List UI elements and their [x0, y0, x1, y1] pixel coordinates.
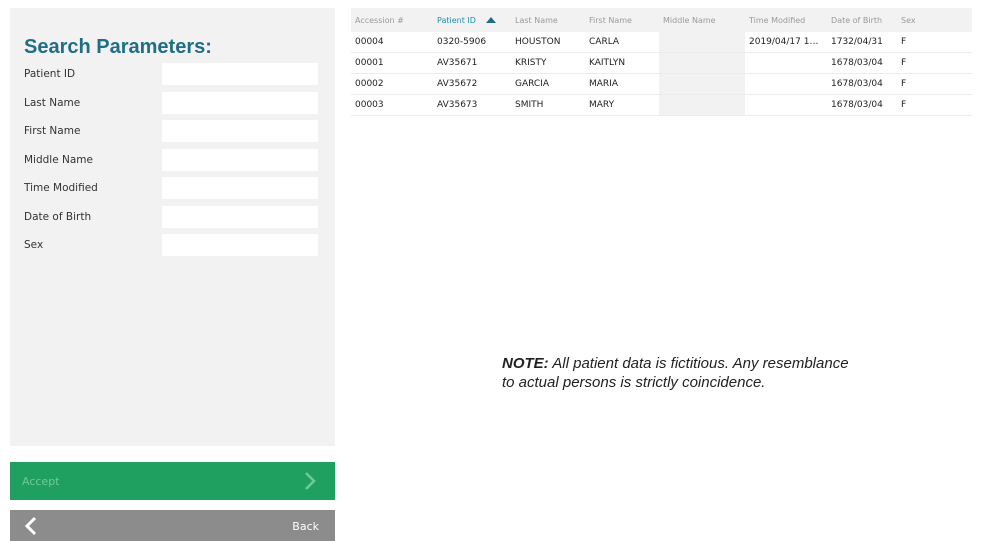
cell-sex: F	[901, 37, 907, 47]
first-name-label: First Name	[24, 125, 81, 137]
sort-ascending-icon	[485, 17, 496, 23]
param-row-patient-id: Patient ID	[24, 63, 320, 86]
note-text: All patient data is fictitious. Any rese…	[502, 355, 849, 391]
cell-last-name: KRISTY	[515, 58, 547, 68]
cell-sex: F	[901, 79, 907, 89]
cell-sex: F	[901, 100, 907, 110]
cell-patient-id: AV35673	[437, 100, 478, 110]
table-row[interactable]: 00001 AV35671 KRISTY KAITLYN 1678/03/04 …	[351, 52, 972, 74]
first-name-input[interactable]	[162, 120, 318, 142]
date-of-birth-input[interactable]	[162, 206, 318, 228]
column-header-date-of-birth[interactable]: Date of Birth	[827, 8, 897, 32]
cell-accession: 00002	[355, 79, 384, 89]
param-row-middle-name: Middle Name	[24, 149, 320, 172]
param-row-date-of-birth: Date of Birth	[24, 206, 320, 229]
cell-first-name: MARIA	[589, 79, 618, 89]
search-title: Search Parameters:	[24, 36, 212, 58]
accept-label: Accept	[22, 475, 60, 488]
cell-date-of-birth: 1732/04/31	[831, 37, 883, 47]
cell-last-name: GARCIA	[515, 79, 550, 89]
column-header-time-modified[interactable]: Time Modified	[745, 8, 827, 32]
back-button[interactable]: Back	[10, 510, 335, 541]
date-of-birth-label: Date of Birth	[24, 211, 92, 223]
last-name-label: Last Name	[24, 97, 81, 109]
cell-time-modified	[745, 95, 827, 116]
cell-time-modified: 2019/04/17 17:35...	[749, 37, 827, 47]
cell-sex: F	[901, 58, 907, 68]
param-row-time-modified: Time Modified	[24, 177, 320, 200]
last-name-input[interactable]	[162, 92, 318, 114]
cell-first-name: CARLA	[589, 37, 620, 47]
time-modified-label: Time Modified	[24, 182, 98, 194]
cell-time-modified	[745, 53, 827, 74]
cell-middle-name	[659, 32, 745, 53]
patient-id-input[interactable]	[162, 63, 318, 85]
sex-input[interactable]	[162, 234, 318, 256]
cell-first-name: KAITLYN	[589, 58, 626, 68]
cell-time-modified	[745, 74, 827, 95]
cell-date-of-birth: 1678/03/04	[831, 100, 883, 110]
patient-id-label: Patient ID	[24, 68, 76, 80]
cell-last-name: HOUSTON	[515, 37, 561, 47]
back-label: Back	[292, 520, 319, 533]
table-row[interactable]: 00003 AV35673 SMITH MARY 1678/03/04 F	[351, 94, 972, 116]
results-table: Accession # Patient ID Last Name First N…	[351, 8, 972, 116]
disclaimer-note: NOTE: All patient data is fictitious. An…	[502, 354, 862, 392]
column-header-middle-name[interactable]: Middle Name	[659, 8, 745, 32]
chevron-left-icon	[24, 516, 37, 536]
middle-name-label: Middle Name	[24, 154, 93, 166]
cell-date-of-birth: 1678/03/04	[831, 58, 883, 68]
param-row-last-name: Last Name	[24, 92, 320, 115]
cell-patient-id: 0320-5906	[437, 37, 487, 47]
cell-middle-name	[659, 52, 745, 74]
column-header-patient-id-label: Patient ID	[437, 15, 476, 25]
table-row[interactable]: 00002 AV35672 GARCIA MARIA 1678/03/04 F	[351, 73, 972, 95]
cell-first-name: MARY	[589, 100, 615, 110]
table-row[interactable]: 00004 0320-5906 HOUSTON CARLA 2019/04/17…	[351, 32, 972, 53]
chevron-right-icon	[305, 472, 316, 490]
cell-patient-id: AV35672	[437, 79, 478, 89]
cell-patient-id: AV35671	[437, 58, 478, 68]
column-header-first-name[interactable]: First Name	[585, 8, 659, 32]
table-header-row: Accession # Patient ID Last Name First N…	[351, 8, 972, 32]
param-row-first-name: First Name	[24, 120, 320, 143]
cell-last-name: SMITH	[515, 100, 544, 110]
note-prefix: NOTE:	[502, 355, 549, 372]
middle-name-input[interactable]	[162, 149, 318, 171]
cell-middle-name	[659, 73, 745, 95]
cell-accession: 00004	[355, 37, 384, 47]
cell-middle-name	[659, 94, 745, 116]
column-header-last-name[interactable]: Last Name	[511, 8, 585, 32]
column-header-patient-id[interactable]: Patient ID	[433, 8, 511, 32]
sex-label: Sex	[24, 239, 44, 251]
cell-accession: 00003	[355, 100, 384, 110]
accept-button[interactable]: Accept	[10, 462, 335, 500]
column-header-accession[interactable]: Accession #	[351, 8, 433, 32]
column-header-sex[interactable]: Sex	[897, 8, 972, 32]
param-row-sex: Sex	[24, 234, 320, 257]
search-panel: Search Parameters: Patient ID Last Name …	[10, 8, 335, 446]
cell-date-of-birth: 1678/03/04	[831, 79, 883, 89]
cell-accession: 00001	[355, 58, 384, 68]
time-modified-input[interactable]	[162, 177, 318, 199]
